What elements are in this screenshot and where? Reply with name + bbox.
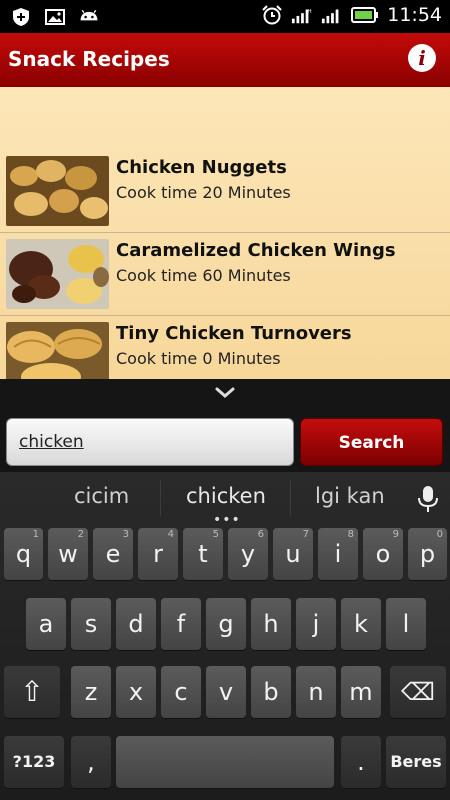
search-input-value: chicken: [19, 432, 84, 452]
recipe-name: Tiny Chicken Turnovers: [116, 323, 352, 344]
recipe-name: Chicken Nuggets: [116, 157, 287, 178]
key-i[interactable]: 8i: [318, 528, 358, 580]
key-r[interactable]: 4r: [138, 528, 178, 580]
recipe-name: Caramelized Chicken Wings: [116, 240, 396, 261]
key-z[interactable]: z: [71, 666, 111, 718]
key-s[interactable]: s: [71, 598, 111, 650]
plus-shield-icon: [10, 6, 32, 28]
key-x[interactable]: x: [116, 666, 156, 718]
signal-icon: [321, 4, 343, 26]
space-key[interactable]: [116, 736, 334, 788]
period-key[interactable]: .: [341, 736, 381, 788]
suggestion-right[interactable]: lgi kan: [315, 484, 385, 508]
clock-time: 11:54: [387, 4, 442, 26]
list-item[interactable]: Tiny Chicken Turnovers Cook time 0 Minut…: [0, 316, 450, 379]
recipe-cook-time: Cook time 0 Minutes: [116, 349, 281, 368]
key-g[interactable]: g: [206, 598, 246, 650]
key-f[interactable]: f: [161, 598, 201, 650]
key-u[interactable]: 7u: [273, 528, 313, 580]
enter-key[interactable]: Beres: [386, 736, 446, 788]
key-y[interactable]: 6y: [228, 528, 268, 580]
more-suggestions-indicator: •••: [213, 512, 241, 528]
recipe-cook-time: Cook time 60 Minutes: [116, 266, 291, 285]
search-input[interactable]: chicken: [6, 418, 294, 466]
shift-icon: ⇧: [20, 675, 44, 708]
page-title: Snack Recipes: [8, 47, 170, 71]
suggestion-left[interactable]: cicim: [74, 484, 129, 508]
microphone-icon[interactable]: [416, 484, 440, 514]
chevron-down-icon[interactable]: [213, 385, 237, 401]
app-header: Snack Recipes i: [0, 33, 450, 87]
key-p[interactable]: 0p: [408, 528, 447, 580]
key-l[interactable]: l: [386, 598, 426, 650]
key-o[interactable]: 9o: [363, 528, 403, 580]
recipe-list: Chicken Nuggets Cook time 20 Minutes Car…: [0, 150, 450, 379]
key-a[interactable]: a: [26, 598, 66, 650]
info-button[interactable]: i: [408, 44, 436, 72]
key-w[interactable]: 2w: [48, 528, 88, 580]
key-q[interactable]: 1q: [4, 528, 43, 580]
recipe-thumbnail: [6, 322, 109, 379]
shift-key[interactable]: ⇧: [4, 666, 60, 718]
comma-key[interactable]: ,: [71, 736, 111, 788]
status-bar: H 11:54: [0, 0, 450, 33]
key-h[interactable]: h: [251, 598, 291, 650]
key-n[interactable]: n: [296, 666, 336, 718]
search-button[interactable]: Search: [300, 418, 443, 466]
battery-icon: [351, 4, 379, 26]
suggestion-divider: [160, 480, 161, 516]
alarm-icon: [261, 4, 283, 26]
key-v[interactable]: v: [206, 666, 246, 718]
key-b[interactable]: b: [251, 666, 291, 718]
suggestion-center[interactable]: chicken: [186, 484, 266, 508]
key-m[interactable]: m: [341, 666, 381, 718]
key-c[interactable]: c: [161, 666, 201, 718]
recipe-thumbnail: [6, 239, 109, 309]
signal-icon: H: [291, 4, 313, 26]
svg-text:H: H: [308, 9, 312, 15]
backspace-key[interactable]: ⌫: [390, 666, 446, 718]
search-bar: chicken Search: [0, 379, 450, 472]
soft-keyboard: cicim chicken ••• lgi kan 1q 2w 3e 4r 5t…: [0, 472, 450, 800]
recipe-cook-time: Cook time 20 Minutes: [116, 183, 291, 202]
key-d[interactable]: d: [116, 598, 156, 650]
symbols-key[interactable]: ?123: [4, 736, 64, 788]
key-e[interactable]: 3e: [93, 528, 133, 580]
image-icon: [44, 6, 66, 28]
recipe-thumbnail: [6, 156, 109, 226]
android-icon: [78, 6, 100, 28]
suggestion-strip: cicim chicken ••• lgi kan: [0, 472, 450, 528]
suggestion-divider: [290, 480, 291, 516]
key-j[interactable]: j: [296, 598, 336, 650]
list-item[interactable]: Chicken Nuggets Cook time 20 Minutes: [0, 150, 450, 233]
backspace-icon: ⌫: [401, 678, 435, 706]
recipe-content: Chicken Nuggets Cook time 20 Minutes Car…: [0, 87, 450, 379]
list-item[interactable]: Caramelized Chicken Wings Cook time 60 M…: [0, 233, 450, 316]
key-k[interactable]: k: [341, 598, 381, 650]
key-t[interactable]: 5t: [183, 528, 223, 580]
